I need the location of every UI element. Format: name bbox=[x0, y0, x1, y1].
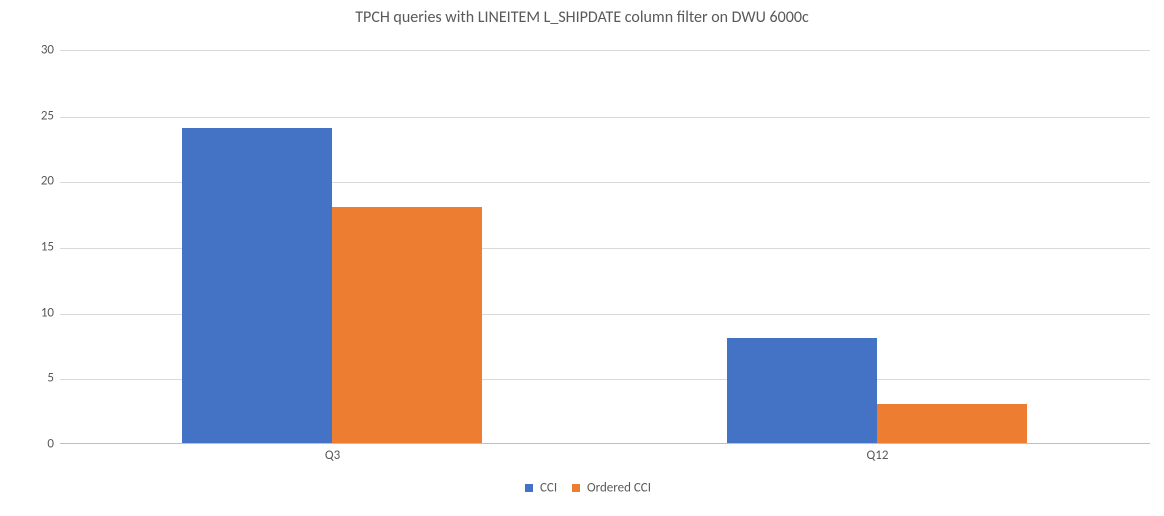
y-tick-label: 20 bbox=[4, 174, 54, 189]
x-tick-label: Q12 bbox=[867, 448, 889, 463]
legend-swatch-cci bbox=[525, 484, 533, 492]
bar-q12-cci bbox=[727, 338, 877, 443]
legend-label-cci: CCI bbox=[540, 480, 557, 495]
bar-q3-ordered-cci bbox=[332, 207, 482, 443]
y-tick-label: 0 bbox=[4, 437, 54, 452]
bar-q12-ordered-cci bbox=[877, 404, 1027, 443]
chart-title: TPCH queries with LINEITEM L_SHIPDATE co… bbox=[0, 8, 1164, 27]
grid-line bbox=[60, 117, 1150, 118]
legend: CCI Ordered CCI bbox=[0, 480, 1164, 495]
legend-swatch-ordered-cci bbox=[572, 484, 580, 492]
y-tick-label: 30 bbox=[4, 43, 54, 58]
legend-label-ordered-cci: Ordered CCI bbox=[587, 480, 651, 495]
chart-container: TPCH queries with LINEITEM L_SHIPDATE co… bbox=[0, 0, 1164, 516]
x-tick-label: Q3 bbox=[325, 448, 340, 463]
y-tick-label: 15 bbox=[4, 240, 54, 255]
y-tick-label: 10 bbox=[4, 305, 54, 320]
plot-area bbox=[60, 50, 1150, 444]
y-tick-label: 25 bbox=[4, 108, 54, 123]
bar-q3-cci bbox=[182, 128, 332, 443]
y-tick-label: 5 bbox=[4, 371, 54, 386]
